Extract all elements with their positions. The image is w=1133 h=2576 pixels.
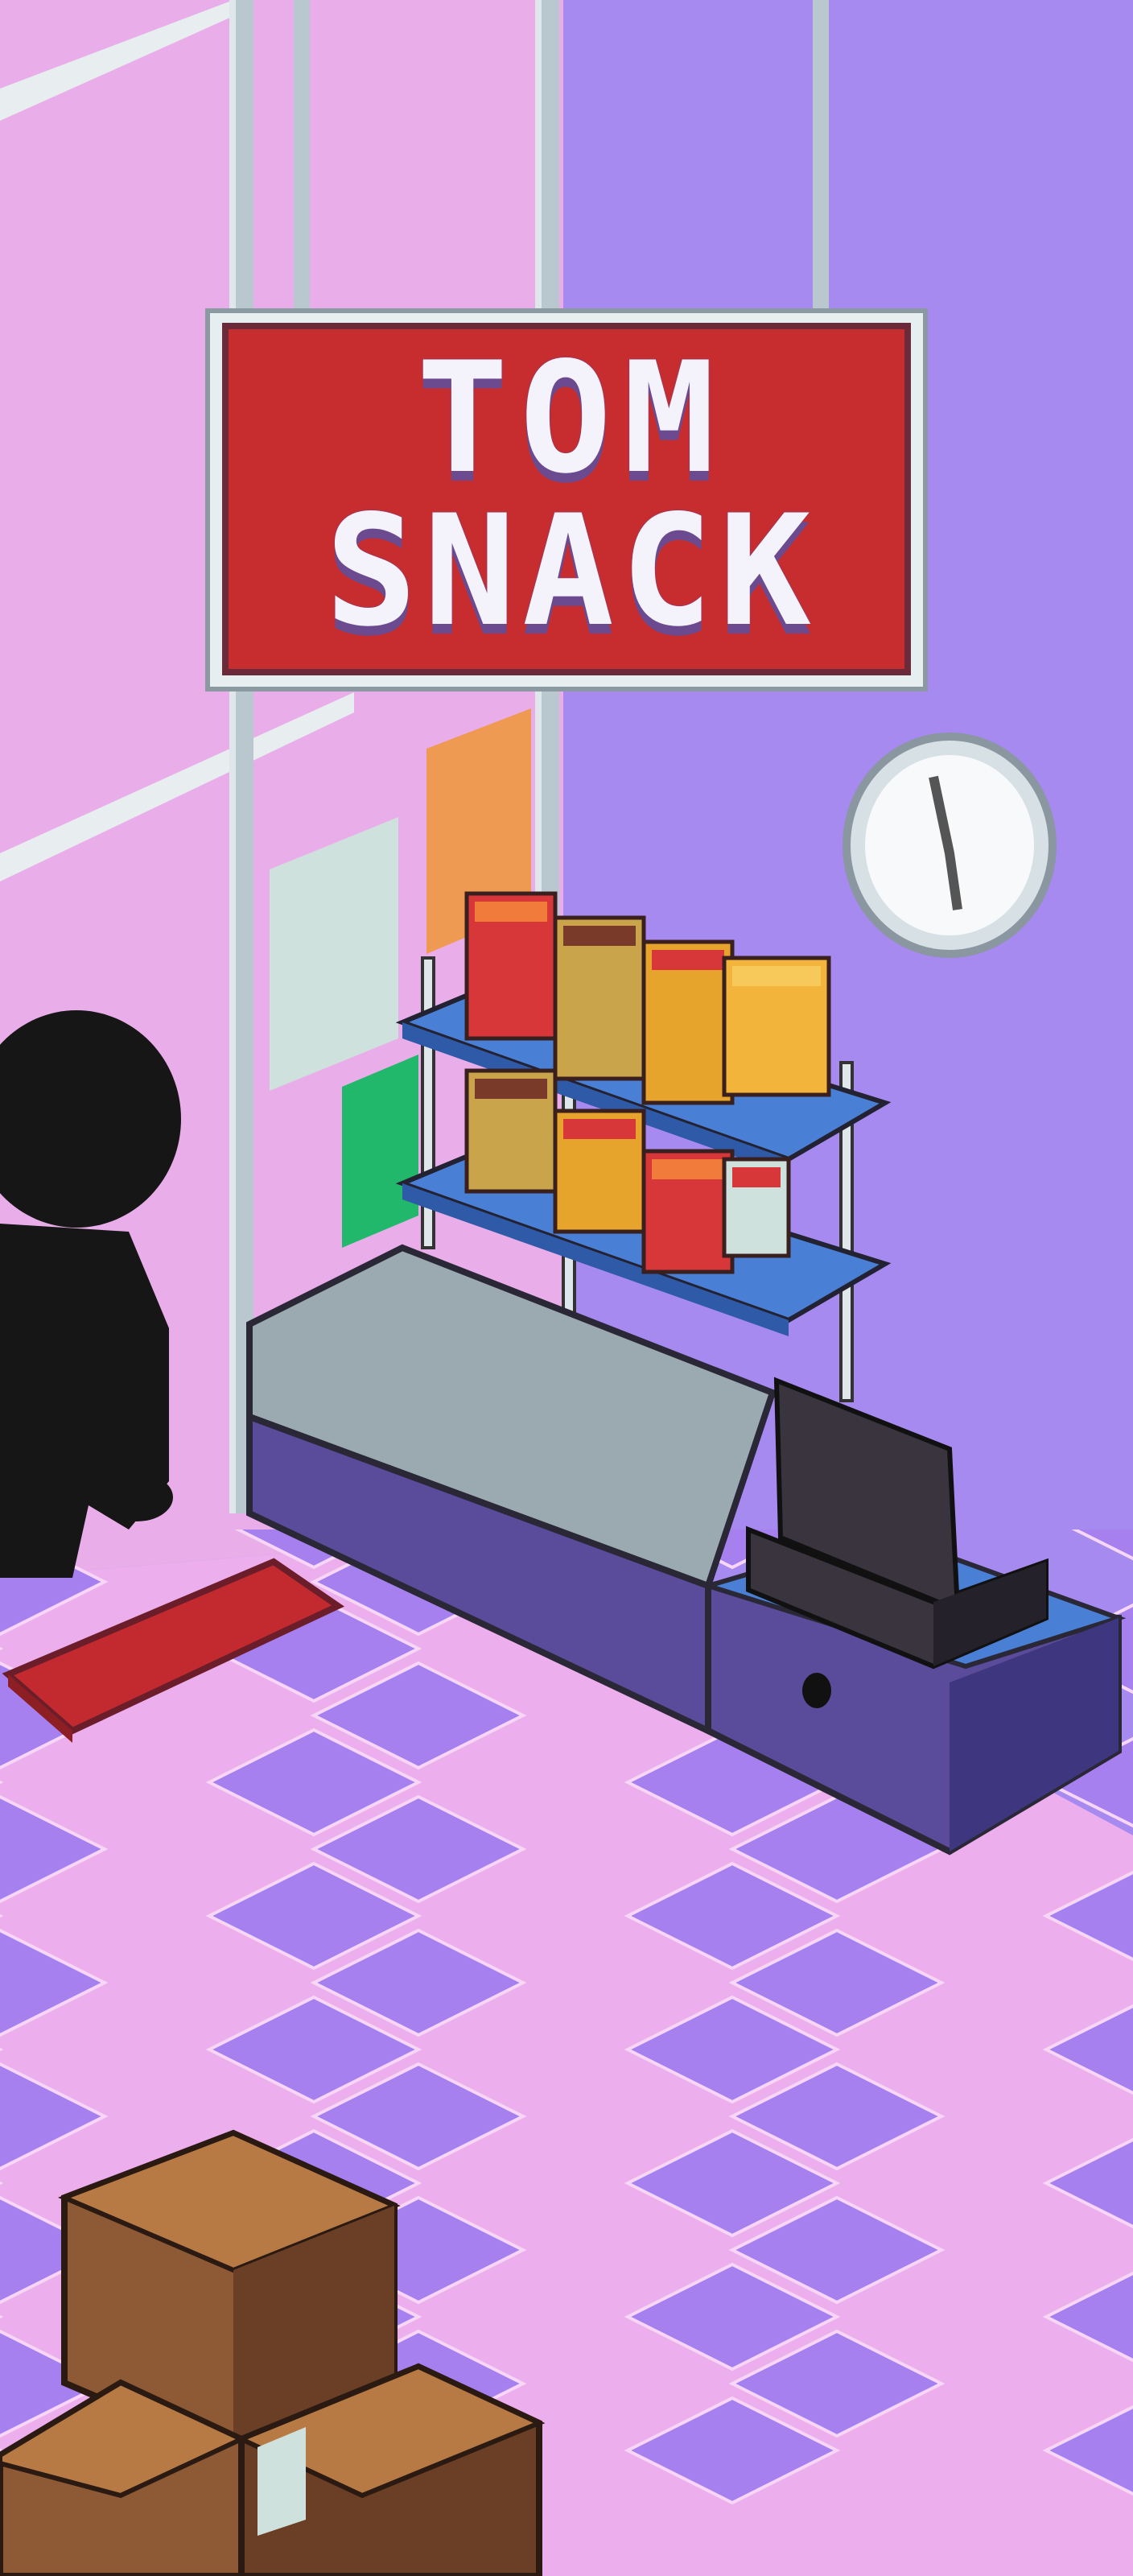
snack-box-label (732, 966, 821, 986)
snack-box-label (563, 1119, 636, 1139)
snack-box-label (475, 902, 547, 922)
game-scene (0, 0, 1133, 2576)
snack-box-label (475, 1079, 547, 1099)
snack-box-label (652, 950, 724, 970)
snack-box-label (563, 926, 636, 946)
snack-box-label (652, 1159, 724, 1179)
store-sign (205, 308, 928, 691)
customer-silhouette-icon (0, 1010, 181, 1578)
wall-clock-icon (843, 733, 1057, 958)
snack-box-label (732, 1167, 781, 1187)
